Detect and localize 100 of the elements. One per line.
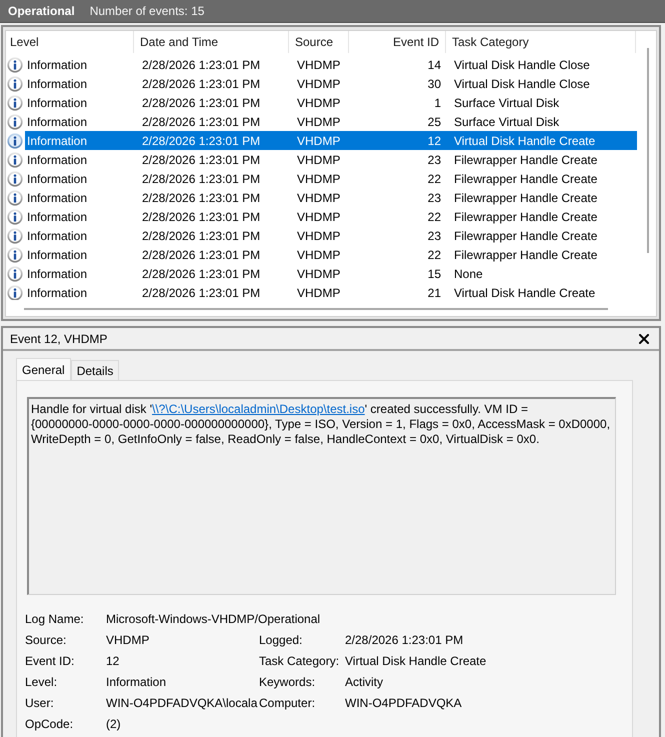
table-cell-text: Filewrapper Handle Create <box>453 152 598 166</box>
table-cell-text: 2/28/2026 1:23:01 PM <box>141 172 262 186</box>
info-icon <box>7 132 23 148</box>
table-cell-text: 30 <box>426 76 442 90</box>
property-value: 12 <box>106 654 120 668</box>
table-cell-text: Information <box>26 114 88 128</box>
table-cell-text: 2/28/2026 1:23:01 PM <box>141 58 262 72</box>
property-value: Information <box>106 674 168 688</box>
table-cell-text: 14 <box>426 58 442 72</box>
property-label: Task Category: <box>259 654 340 668</box>
property-label: Log Name: <box>25 612 85 626</box>
table-cell-text: 23 <box>426 228 442 242</box>
property-value: Microsoft-Windows-VHDMP/Operational <box>106 612 322 626</box>
table-cell-text: Information <box>26 76 88 90</box>
table-cell-text: 2/28/2026 1:23:01 PM <box>141 228 262 242</box>
table-cell-text: Information <box>26 58 88 72</box>
table-cell-text: Surface Virtual Disk <box>453 96 560 110</box>
table-cell-text: 22 <box>426 210 442 224</box>
table-cell-text: Filewrapper Handle Create <box>453 172 598 186</box>
property-value: WIN-O4PDFADVQKA\locala <box>106 696 258 710</box>
table-cell-text: VHDMP <box>296 96 342 110</box>
event-row[interactable]: Information 2/28/2026 1:23:01 PM VHDMP 21 Virtual Disk Handle Create <box>25 283 637 300</box>
table-cell-text: Information <box>26 228 88 242</box>
table-cell-text: 23 <box>426 190 442 204</box>
table-cell-text: 1 <box>433 96 442 110</box>
event-row[interactable]: Information 2/28/2026 1:23:01 PM VHDMP 23 Filewrapper Handle Create <box>25 226 637 245</box>
table-cell-text: Information <box>26 96 88 110</box>
table-cell-text: 2/28/2026 1:23:01 PM <box>141 76 262 90</box>
event-description: Handle for virtual disk '\\?\C:\Users\localadmin\Desktop\test.iso' created successfully. VM ID = {00000000-0000-0000-0000-000000000000}, Type = ISO, Version = 1, Flags = 0x0, AccessMask = 0xD0000, WriteDepth = 0, GetInfoOnly = false, ReadOnly = false, HandleContext = 0x0, VirtualDisk = 0x0. <box>31 402 612 447</box>
event-row[interactable]: Information 2/28/2026 1:23:01 PM VHDMP 1 Surface Virtual Disk <box>25 93 637 112</box>
horizontal-scrollbar-thumb[interactable] <box>24 308 608 310</box>
vertical-scrollbar-thumb[interactable] <box>646 48 648 253</box>
event-row[interactable]: Information 2/28/2026 1:23:01 PM VHDMP 23 Filewrapper Handle Create <box>25 188 637 207</box>
table-cell-text: Information <box>26 172 88 186</box>
table-cell-text: Information <box>26 286 88 300</box>
table-cell-text: 2/28/2026 1:23:01 PM <box>141 152 262 166</box>
table-cell-text: VHDMP <box>296 76 342 90</box>
table-cell-text: Information <box>26 210 88 224</box>
table-cell-text: None <box>453 266 484 280</box>
property-label: Level: <box>25 674 58 688</box>
table-cell-text: VHDMP <box>296 286 342 300</box>
table-cell-text: VHDMP <box>296 58 342 72</box>
table-cell-text: Filewrapper Handle Create <box>453 210 598 224</box>
event-row[interactable]: Information 2/28/2026 1:23:01 PM VHDMP 22 Filewrapper Handle Create <box>25 245 637 264</box>
table-cell-text: Filewrapper Handle Create <box>453 190 598 204</box>
event-title: Event 12, VHDMP <box>10 332 108 346</box>
table-cell-text: 2/28/2026 1:23:01 PM <box>141 134 262 148</box>
log-title: Operational <box>8 4 75 18</box>
table-cell-text: 22 <box>426 248 442 262</box>
close-button[interactable] <box>639 334 649 344</box>
table-cell-text: Virtual Disk Handle Create <box>453 134 596 148</box>
table-cell-text: VHDMP <box>296 152 342 166</box>
event-row[interactable]: Information 2/28/2026 1:23:01 PM VHDMP 30 Virtual Disk Handle Close <box>25 74 637 93</box>
table-cell-text: VHDMP <box>296 190 342 204</box>
table-cell-text: Information <box>26 266 88 280</box>
table-cell-text: 2/28/2026 1:23:01 PM <box>141 210 262 224</box>
property-label: Event ID: <box>25 654 76 668</box>
property-label: OpCode: <box>25 716 74 730</box>
table-cell-text: Information <box>26 152 88 166</box>
table-cell-text: 2/28/2026 1:23:01 PM <box>141 190 262 204</box>
table-cell-text: 2/28/2026 1:23:01 PM <box>141 286 262 300</box>
property-value: Virtual Disk Handle Create <box>345 654 488 668</box>
property-label: Logged: <box>259 632 304 646</box>
property-value: Activity <box>345 674 384 688</box>
table-cell-text: 23 <box>426 152 442 166</box>
table-cell-text: Surface Virtual Disk <box>453 114 560 128</box>
table-cell-text: 2/28/2026 1:23:01 PM <box>141 266 262 280</box>
file-path-link[interactable]: \\?\C:\Users\localadmin\Desktop\test.iso <box>152 402 365 416</box>
table-cell-text: VHDMP <box>296 228 342 242</box>
event-row[interactable]: Information 2/28/2026 1:23:01 PM VHDMP 12 Virtual Disk Handle Create <box>25 131 637 150</box>
event-row[interactable]: Information 2/28/2026 1:23:01 PM VHDMP 25 Surface Virtual Disk <box>25 112 637 131</box>
table-cell-text: VHDMP <box>296 248 342 262</box>
table-cell-text: VHDMP <box>296 266 342 280</box>
table-cell-text: 12 <box>426 134 442 148</box>
event-row[interactable]: Information 2/28/2026 1:23:01 PM VHDMP 22 Filewrapper Handle Create <box>25 207 637 226</box>
event-row[interactable]: Information 2/28/2026 1:23:01 PM VHDMP 22 Filewrapper Handle Create <box>25 169 637 188</box>
table-cell-text: 15 <box>426 266 442 280</box>
table-cell-text: VHDMP <box>296 172 342 186</box>
table-cell-text: VHDMP <box>296 134 342 148</box>
tab[interactable]: Details <box>70 360 120 380</box>
property-value: VHDMP <box>106 632 150 646</box>
table-cell-text: Information <box>26 190 88 204</box>
event-row[interactable]: Information 2/28/2026 1:23:01 PM VHDMP 14 Virtual Disk Handle Close <box>25 55 637 74</box>
table-cell-text: 21 <box>426 286 442 300</box>
event-row[interactable]: Information 2/28/2026 1:23:01 PM VHDMP 15 None <box>25 264 637 283</box>
tab[interactable]: General <box>16 358 71 380</box>
table-cell-text: VHDMP <box>296 114 342 128</box>
property-label: Computer: <box>259 696 316 710</box>
event-count: Number of events: 15 <box>90 4 204 18</box>
table-cell-text: VHDMP <box>296 210 342 224</box>
table-cell-text: 25 <box>426 114 442 128</box>
table-cell-text: 2/28/2026 1:23:01 PM <box>141 114 262 128</box>
event-row[interactable]: Information 2/28/2026 1:23:01 PM VHDMP 23 Filewrapper Handle Create <box>25 150 637 169</box>
property-label: User: <box>25 696 55 710</box>
table-cell-text: Filewrapper Handle Create <box>453 228 598 242</box>
property-value: (2) <box>106 716 122 730</box>
table-cell-text: Filewrapper Handle Create <box>453 248 598 262</box>
table-cell-text: Virtual Disk Handle Create <box>453 286 596 300</box>
table-cell-text: 2/28/2026 1:23:01 PM <box>141 96 262 110</box>
table-cell-text: Virtual Disk Handle Close <box>453 76 591 90</box>
